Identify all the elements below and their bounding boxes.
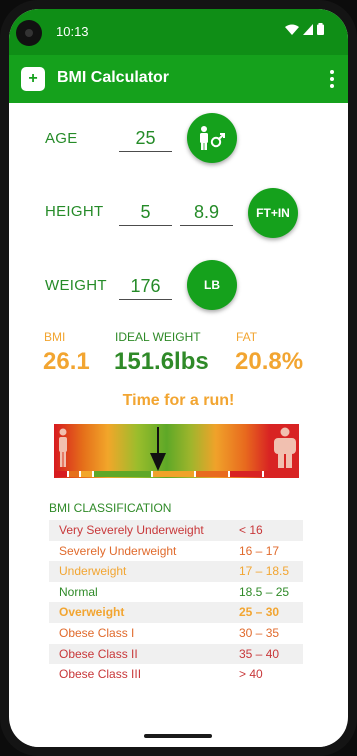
- gender-toggle-button[interactable]: [187, 113, 237, 163]
- classification-row: Obese Class III > 40: [49, 664, 303, 685]
- camera-cutout: [16, 20, 42, 46]
- classification-name: Underweight: [59, 564, 127, 579]
- navigation-bar: [9, 727, 348, 747]
- age-label: AGE: [45, 130, 78, 147]
- bmi-indicator-arrow-icon: [150, 427, 166, 471]
- status-icons: [285, 23, 324, 35]
- thin-person-icon: [59, 428, 67, 467]
- classification-range: < 16: [239, 523, 263, 537]
- weight-label: WEIGHT: [45, 277, 107, 294]
- bmi-scale-segments: [54, 471, 300, 477]
- ideal-weight-label: IDEAL WEIGHT: [115, 330, 201, 344]
- height-label: HEIGHT: [45, 203, 104, 220]
- classification-name: Very Severely Underweight: [59, 523, 204, 537]
- classification-range: 25 – 30: [239, 605, 280, 620]
- more-options-icon[interactable]: [330, 70, 334, 88]
- fat-value: 20.8%: [235, 348, 304, 375]
- home-gesture-handle[interactable]: [144, 734, 212, 738]
- classification-row: Obese Class I 30 – 35: [49, 623, 303, 644]
- signal-icon: [303, 23, 313, 35]
- classification-title: BMI CLASSIFICATION: [49, 501, 172, 515]
- weight-unit-button[interactable]: LB: [187, 260, 237, 310]
- bmi-value: 26.1: [43, 348, 90, 375]
- classification-table: Very Severely Underweight < 16 Severely Un…: [49, 520, 303, 685]
- phone-frame: 10:13 + BMI Calculator AGE 25 HEIGHT 5 8…: [0, 0, 357, 756]
- classification-range: 30 – 35: [239, 625, 280, 640]
- male-gender-icon: [200, 126, 225, 150]
- height-unit-button[interactable]: FT+IN: [248, 188, 298, 238]
- battery-icon: [317, 23, 324, 35]
- classification-range: 35 – 40: [239, 646, 280, 661]
- bmi-label: BMI: [44, 330, 66, 344]
- classification-row: Underweight 17 – 18.5: [49, 561, 303, 582]
- classification-name: Obese Class III: [59, 667, 142, 682]
- classification-range: 18.5 – 25: [239, 584, 290, 599]
- height-inches-input[interactable]: 8.9: [180, 199, 233, 226]
- classification-name: Severely Underweight: [59, 543, 177, 558]
- wifi-icon: [285, 24, 299, 35]
- height-feet-input[interactable]: 5: [119, 199, 172, 226]
- heavy-person-icon: [274, 427, 296, 468]
- classification-name: Obese Class II: [59, 646, 138, 661]
- classification-name: Overweight: [59, 605, 125, 620]
- classification-name: Normal: [59, 584, 98, 599]
- screen: 10:13 + BMI Calculator AGE 25 HEIGHT 5 8…: [9, 9, 348, 747]
- classification-row: Normal 18.5 – 25: [49, 582, 303, 603]
- result-message: Time for a run!: [122, 392, 235, 409]
- fat-label: FAT: [236, 330, 258, 344]
- app-bar: + BMI Calculator: [9, 55, 348, 103]
- ideal-weight-value: 151.6lbs: [114, 348, 209, 375]
- age-input[interactable]: 25: [119, 125, 172, 152]
- classification-row: Severely Underweight 16 – 17: [49, 541, 303, 562]
- classification-range: 17 – 18.5: [239, 564, 290, 579]
- status-time: 10:13: [56, 24, 89, 39]
- classification-row: Overweight 25 – 30: [49, 602, 303, 623]
- status-bar: 10:13: [9, 9, 348, 55]
- weight-input[interactable]: 176: [119, 273, 172, 300]
- app-title: BMI Calculator: [57, 69, 170, 86]
- classification-range: > 40: [239, 667, 263, 682]
- medical-bag-icon: +: [21, 67, 45, 91]
- classification-row: Very Severely Underweight < 16: [49, 520, 303, 541]
- classification-name: Obese Class I: [59, 625, 135, 640]
- classification-range: 16 – 17: [239, 543, 280, 558]
- classification-row: Obese Class II 35 – 40: [49, 643, 303, 665]
- bmi-scale-gradient: [54, 424, 299, 478]
